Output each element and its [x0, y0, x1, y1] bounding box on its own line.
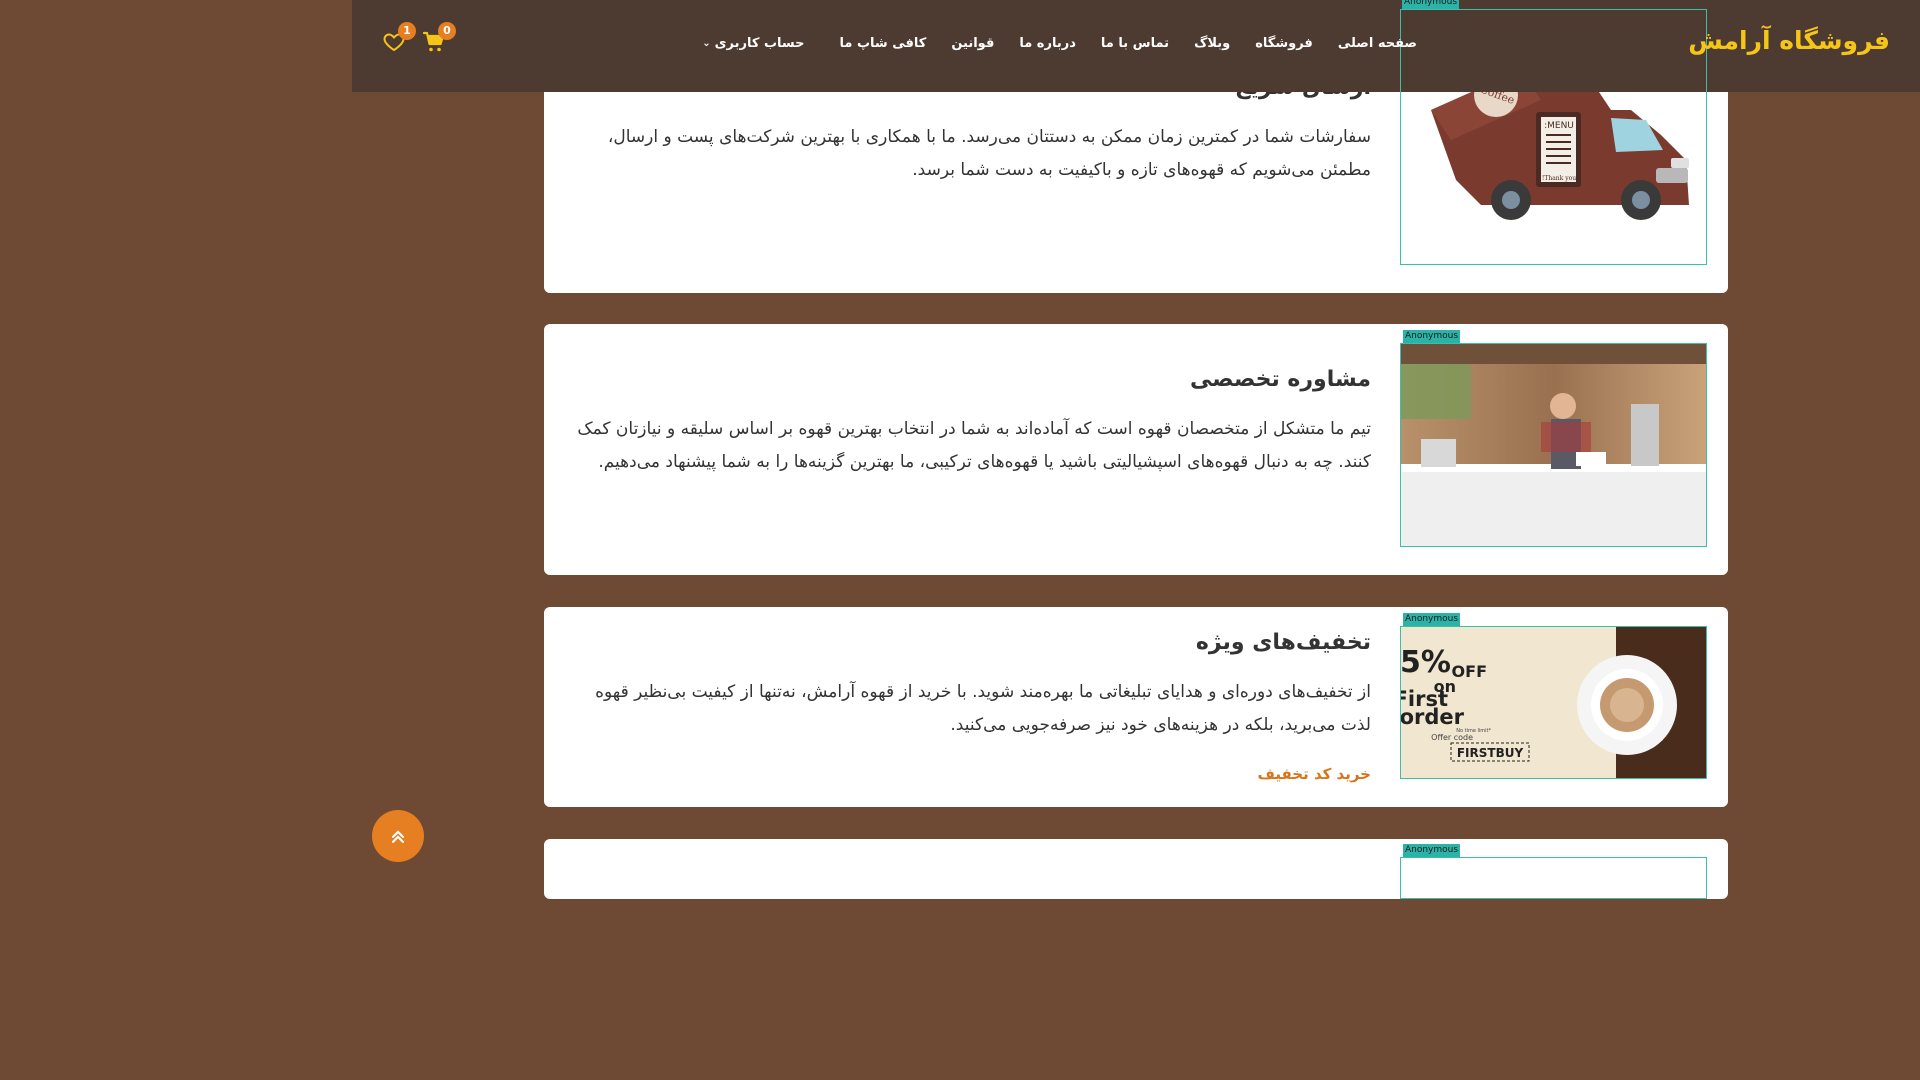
nav-item-blog[interactable]: وبلاگ	[1194, 36, 1230, 51]
chevron-down-icon: ⌄	[702, 38, 711, 49]
wishlist-button[interactable]: 1	[382, 22, 416, 54]
nav-item-contact[interactable]: تماس با ما	[1101, 36, 1169, 51]
image-tag: Anonymous	[1403, 330, 1460, 343]
card-body: تیم ما متشکل از متخصصان قهوه است که آماد…	[577, 419, 1371, 472]
nav-item-shop[interactable]: فروشگاه	[1255, 36, 1313, 51]
site-logo[interactable]: فروشگاه آرامش	[1688, 26, 1890, 55]
nav-item-account[interactable]: حساب کاربری ⌄	[702, 36, 804, 51]
nav-item-rules[interactable]: قوانین	[951, 36, 994, 51]
promo-banner-illustration: 15% OFF on First order *No time limit Of…	[1401, 627, 1706, 778]
card-title: تخفیف‌های ویژه	[1195, 630, 1371, 655]
barista-photo	[1400, 343, 1707, 547]
double-chevron-up-icon	[391, 830, 405, 843]
promo-off-text: OFF	[1452, 662, 1487, 681]
promo-offer-text: Offer code	[1431, 733, 1473, 742]
image-tag: Anonymous	[1403, 844, 1460, 857]
nav-item-cafe[interactable]: کافی شاپ ما	[840, 36, 927, 51]
cart-button[interactable]: 0	[422, 22, 456, 54]
site-header: Anonymous فروشگاه آرامش صفحه اصلی فروشگا…	[352, 0, 1920, 93]
promo-order-text: order	[1401, 705, 1465, 729]
truck-menu-text: MENU:	[1544, 121, 1574, 131]
main-nav: صفحه اصلی فروشگاه وبلاگ تماس با ما دربار…	[677, 36, 1417, 51]
cart-count-badge: 0	[438, 22, 456, 40]
account-label: حساب کاربری	[714, 36, 805, 51]
feature-card-consulting: Anonymous مشاوره تخصصی تیم ما متشکل از م…	[544, 324, 1728, 575]
image-frame	[1400, 9, 1707, 93]
promo-code-text: FIRSTBUY	[1457, 746, 1524, 760]
feature-card-discounts: Anonymous 15% OFF on First order *No tim…	[544, 607, 1728, 807]
feature-card-partial: Anonymous	[544, 839, 1728, 899]
wishlist-count-badge: 1	[398, 22, 416, 40]
truck-thanks-text: Thank you!	[1542, 175, 1576, 182]
card-body: از تخفیف‌های دوره‌ای و هدایای تبلیغاتی م…	[595, 682, 1371, 735]
discount-promo-image: 15% OFF on First order *No time limit Of…	[1400, 626, 1707, 779]
card-body: سفارشات شما در کمترین زمان ممکن به دستتا…	[607, 127, 1371, 180]
barista-illustration	[1401, 344, 1706, 546]
buy-discount-code-link[interactable]: خرید کد تخفیف	[1258, 765, 1372, 783]
promo-percent-text: 15%	[1401, 645, 1451, 680]
scroll-to-top-button[interactable]	[372, 810, 424, 862]
nav-item-about[interactable]: درباره ما	[1019, 36, 1076, 51]
card-title: مشاوره تخصصی	[1190, 367, 1371, 392]
nav-item-home[interactable]: صفحه اصلی	[1338, 36, 1417, 51]
image-tag: Anonymous	[1402, 0, 1459, 9]
card-image	[1400, 857, 1707, 899]
image-tag: Anonymous	[1403, 613, 1460, 626]
